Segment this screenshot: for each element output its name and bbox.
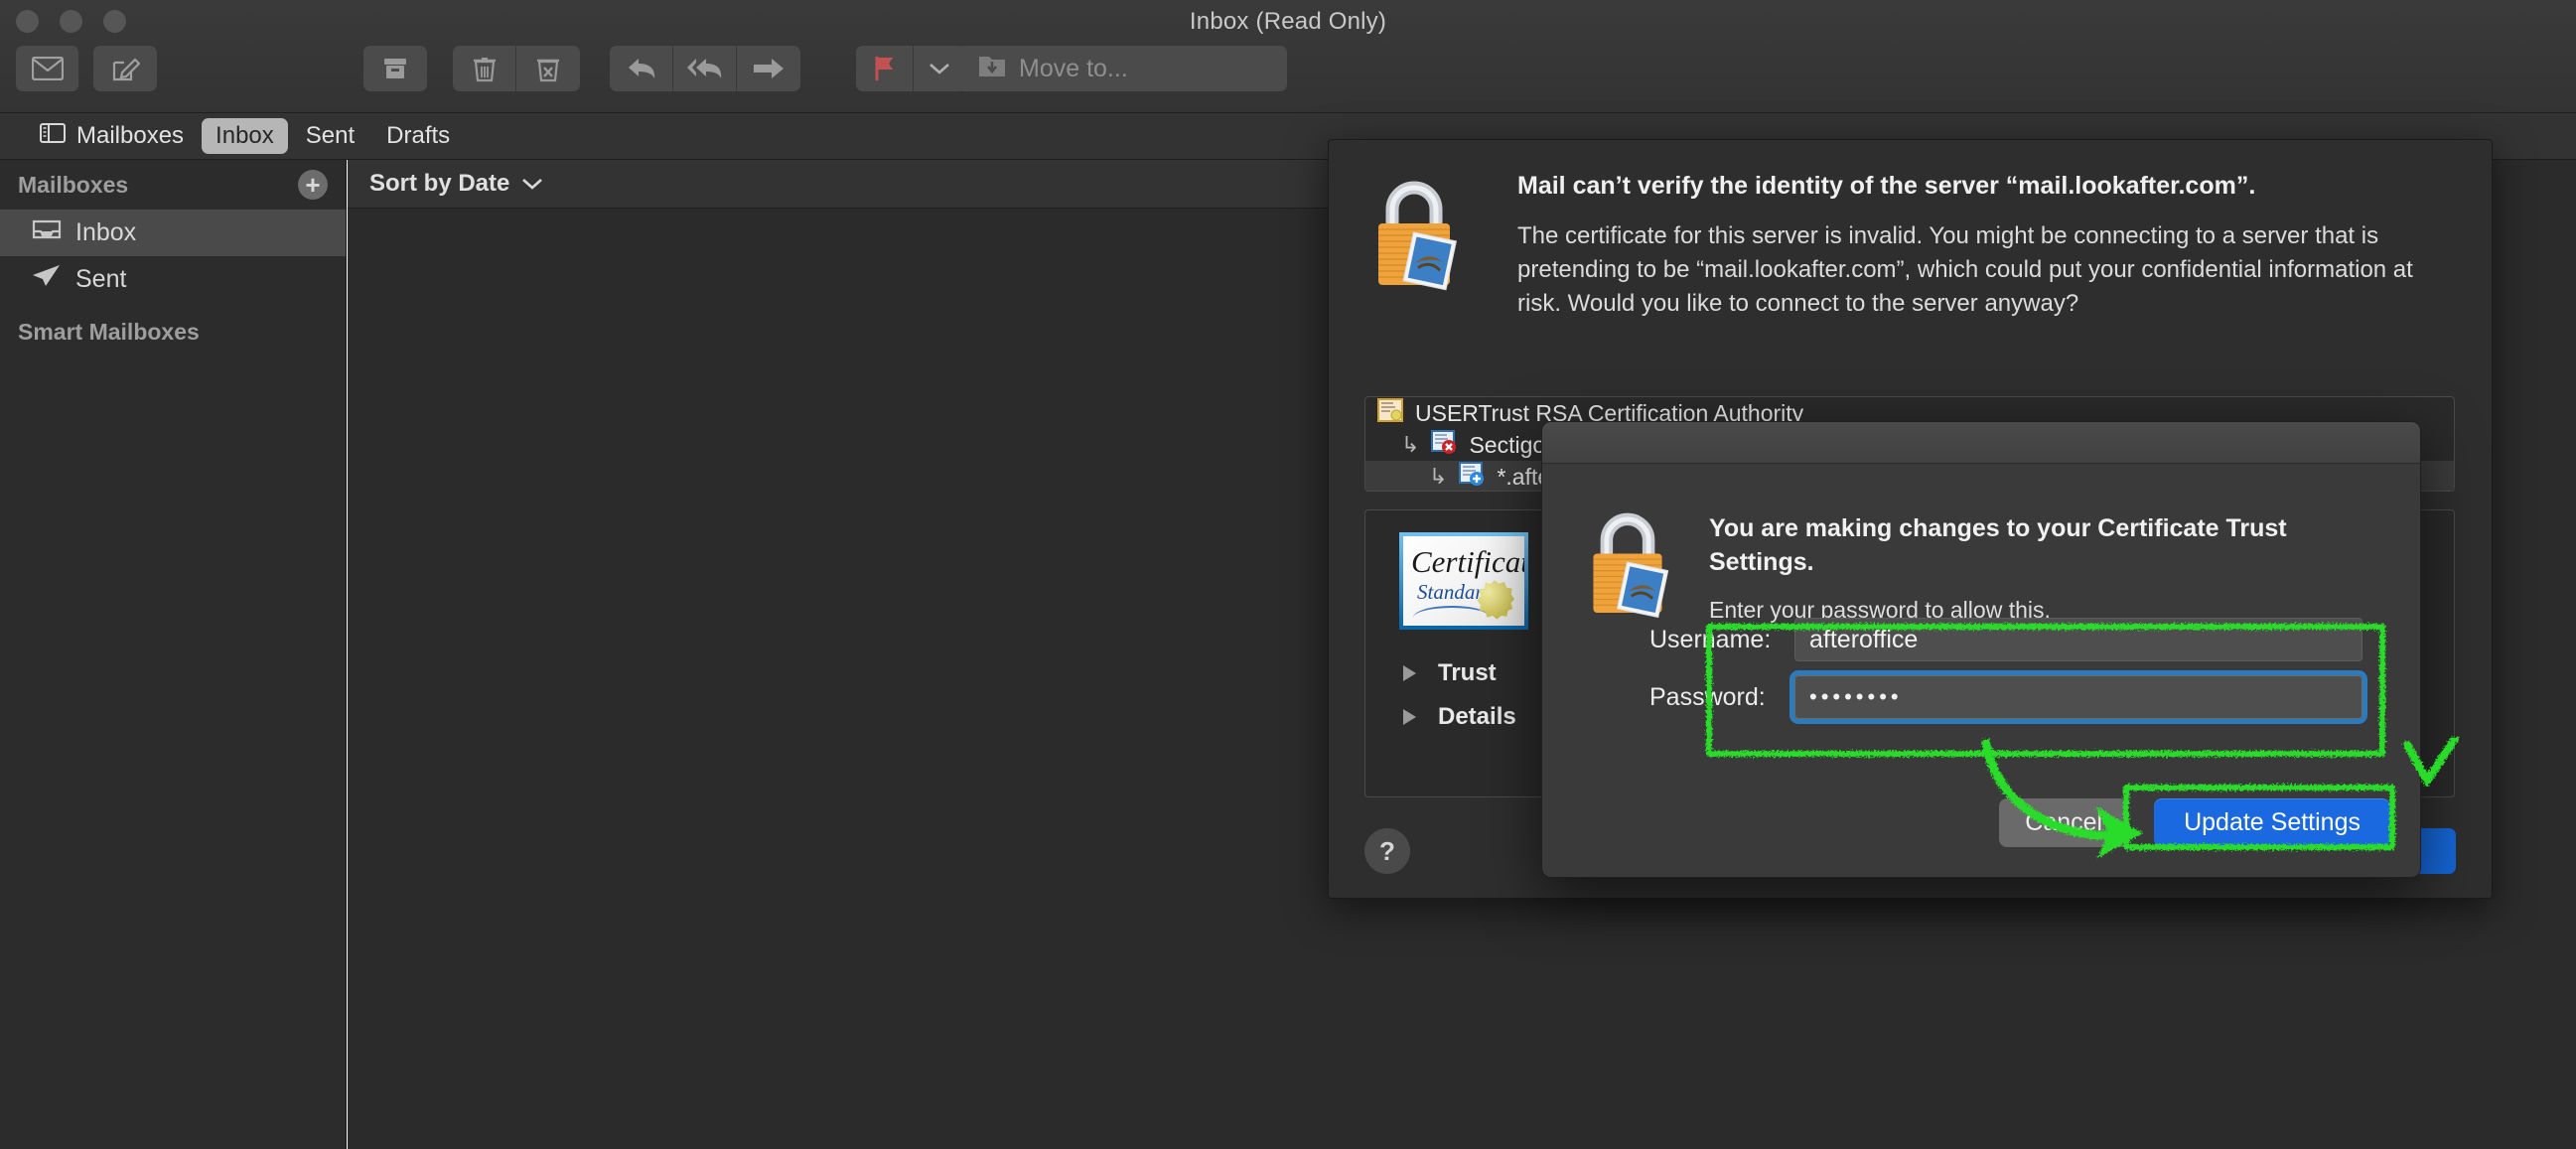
- favorites-item-sent[interactable]: Sent: [292, 118, 368, 154]
- compose-button[interactable]: [93, 46, 157, 91]
- favorites-item-label: Sent: [306, 122, 355, 150]
- disclosure-triangle-icon: [1403, 709, 1416, 725]
- message-list-pane: Sort by Date: [348, 160, 1341, 1149]
- inbox-tray-icon: [32, 217, 62, 248]
- lock-with-stamp-icon: [1364, 170, 1476, 321]
- certificate-details-disclosure[interactable]: Details: [1403, 703, 1516, 731]
- move-to-button[interactable]: Move to...: [957, 46, 1287, 91]
- lock-with-stamp-icon: [1580, 505, 1683, 628]
- certificate-root-icon: [1377, 397, 1403, 429]
- paper-plane-icon: [32, 264, 62, 295]
- favorites-item-label: Inbox: [215, 122, 274, 150]
- chevron-down-icon: [521, 170, 543, 198]
- password-dialog-buttons: Cancel Update Settings: [1999, 798, 2390, 847]
- help-button[interactable]: ?: [1364, 828, 1410, 874]
- compose-icon: [110, 54, 140, 83]
- move-to-icon: [977, 53, 1007, 85]
- certificate-message: Mail can’t verify the identity of the se…: [1476, 170, 2451, 321]
- password-dialog-body: You are making changes to your Certifica…: [1542, 464, 2420, 628]
- mail-window: Inbox (Read Only): [0, 0, 2576, 1149]
- chain-branch-icon: ↳: [1429, 464, 1447, 490]
- reply-all-button[interactable]: [673, 46, 737, 91]
- window-title: Inbox (Read Only): [0, 8, 2576, 36]
- reply-button[interactable]: [610, 46, 673, 91]
- mailbox-sidebar: Mailboxes + Inbox Sent Smart Mailboxes: [0, 160, 347, 1149]
- move-to-label: Move to...: [1019, 55, 1128, 83]
- favorites-item-label: Drafts: [386, 122, 450, 150]
- envelope-icon: [32, 57, 64, 80]
- favorites-item-label: Mailboxes: [76, 122, 184, 150]
- credentials-fields: Username: afteroffice Password: ••••••••: [1649, 617, 2362, 732]
- forward-arrow-icon: [753, 58, 785, 79]
- archive-box-icon: [381, 55, 409, 82]
- seal-line-1: Certificate: [1411, 544, 1528, 580]
- add-mailbox-button[interactable]: +: [298, 170, 328, 200]
- favorites-item-drafts[interactable]: Drafts: [372, 118, 464, 154]
- password-masked-value: ••••••••: [1809, 684, 1903, 710]
- favorites-mailboxes-toggle[interactable]: Mailboxes: [26, 118, 198, 154]
- sidebar-item-label: Sent: [75, 265, 126, 294]
- trash-x-icon: [535, 55, 561, 82]
- forward-button[interactable]: [737, 46, 800, 91]
- disclosure-label: Trust: [1438, 659, 1497, 687]
- username-label: Username:: [1649, 626, 1794, 654]
- sidebar-header: Mailboxes +: [0, 160, 346, 210]
- password-dialog-titlebar: [1542, 422, 2420, 464]
- sidebar-item-label: Inbox: [75, 218, 136, 247]
- username-input[interactable]: afteroffice: [1794, 618, 2362, 661]
- flag-icon: [872, 55, 898, 82]
- toolbar-group-delete: [453, 46, 580, 91]
- reply-arrow-icon: [626, 56, 657, 81]
- flag-button[interactable]: [856, 46, 914, 91]
- username-field-row: Username: afteroffice: [1649, 617, 2362, 662]
- password-label: Password:: [1649, 683, 1794, 712]
- favorites-item-inbox[interactable]: Inbox: [202, 118, 288, 154]
- password-dialog-text: You are making changes to your Certifica…: [1683, 505, 2305, 628]
- certificate-title: Mail can’t verify the identity of the se…: [1517, 170, 2451, 204]
- password-input[interactable]: ••••••••: [1794, 675, 2362, 719]
- certificate-sheet-header: Mail can’t verify the identity of the se…: [1329, 140, 2492, 321]
- disclosure-label: Details: [1438, 703, 1516, 731]
- toolbar-group-flag: [856, 46, 965, 91]
- certificate-seal-image: Certificate Standard: [1399, 532, 1528, 630]
- certificate-trust-disclosure[interactable]: Trust: [1403, 659, 1497, 687]
- sidebar-section-smart-mailboxes: Smart Mailboxes: [0, 303, 346, 354]
- sidebar-item-inbox[interactable]: Inbox: [0, 210, 346, 256]
- update-settings-button[interactable]: Update Settings: [2154, 798, 2390, 847]
- chevron-down-icon: [929, 62, 950, 75]
- disclosure-triangle-icon: [1403, 665, 1416, 681]
- archive-button[interactable]: [363, 46, 427, 91]
- password-dialog-title: You are making changes to your Certifica…: [1709, 511, 2305, 579]
- password-field-row: Password: ••••••••: [1649, 674, 2362, 720]
- message-list-sort-control[interactable]: Sort by Date: [348, 160, 1341, 209]
- seal-swoosh-decoration: [1413, 606, 1491, 618]
- certificate-error-icon: [1431, 429, 1457, 461]
- password-authorization-dialog: You are making changes to your Certifica…: [1541, 421, 2421, 878]
- toolbar-group-reply: [610, 46, 800, 91]
- sidebar-item-sent[interactable]: Sent: [0, 256, 346, 303]
- toolbar-group-mail: [16, 46, 157, 91]
- toolbar-group-archive: [363, 46, 427, 91]
- junk-button[interactable]: [516, 46, 580, 91]
- trash-icon: [472, 55, 498, 82]
- certificate-body: The certificate for this server is inval…: [1517, 219, 2451, 321]
- sort-label: Sort by Date: [369, 170, 509, 198]
- certificate-add-icon: [1459, 461, 1485, 492]
- delete-button[interactable]: [453, 46, 516, 91]
- sidebar-toggle-icon: [40, 122, 66, 150]
- sidebar-header-label: Mailboxes: [18, 172, 128, 199]
- window-titlebar: Inbox (Read Only): [0, 0, 2576, 113]
- get-mail-button[interactable]: [16, 46, 79, 91]
- reply-all-arrow-icon: [686, 56, 724, 81]
- cancel-button[interactable]: Cancel: [1999, 798, 2128, 847]
- chain-branch-icon: ↳: [1401, 432, 1419, 458]
